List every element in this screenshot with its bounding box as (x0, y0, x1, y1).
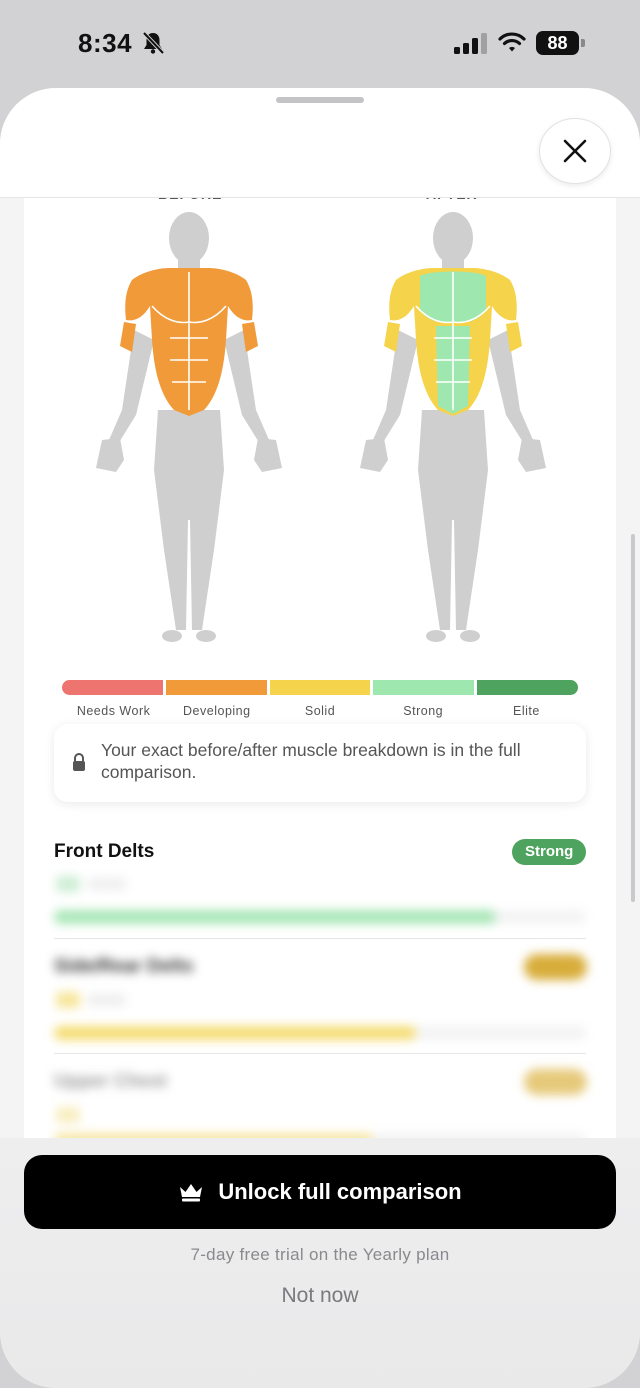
not-now-button[interactable]: Not now (250, 1284, 390, 1308)
scale-label: Developing (183, 704, 251, 718)
sheet-grabber[interactable] (276, 97, 364, 103)
status-bar: 8:34 88 (0, 0, 640, 88)
muscle-name: Side/Rear Delts (54, 956, 194, 977)
wifi-icon (498, 32, 526, 52)
unlock-comparison-button[interactable]: Unlock full comparison (24, 1155, 616, 1229)
after-body-map (360, 212, 546, 642)
battery-level: 88 (536, 31, 579, 55)
unlock-button-label: Unlock full comparison (218, 1179, 462, 1204)
row-divider (54, 1053, 586, 1054)
locked-breakdown-note: Your exact before/after muscle breakdown… (54, 724, 586, 802)
level-badge: Strong (512, 839, 587, 865)
lock-note-text: Your exact before/after muscle breakdown… (101, 740, 521, 782)
scale-bar-solid (269, 680, 371, 695)
muscle-name: Front Delts (54, 841, 155, 862)
battery-icon: 88 (536, 31, 586, 55)
bell-muted-icon (142, 31, 164, 55)
muscle-name: Upper Chest (54, 1071, 167, 1092)
lock-icon (73, 753, 85, 771)
muscle-progress-fill (54, 1026, 416, 1040)
muscle-level-scale: Needs Work Developing Solid Strong Elite (62, 680, 578, 718)
close-icon (563, 139, 587, 163)
paywall-sheet: BEFORE AFTER (0, 88, 640, 1388)
row-divider (54, 938, 586, 939)
before-body-map (96, 212, 282, 642)
sheet-header (0, 88, 640, 198)
scale-label: Strong (403, 704, 444, 718)
scroll-indicator[interactable] (631, 534, 635, 902)
level-badge: Solid (524, 954, 587, 980)
scale-bar-needs-work (62, 680, 163, 695)
cellular-signal-icon (454, 33, 487, 54)
scale-bar-developing (165, 680, 267, 695)
status-time: 8:34 (78, 28, 133, 58)
level-badge: Solid (524, 1069, 587, 1095)
muscle-progress-fill (54, 910, 496, 924)
crown-icon (180, 1184, 203, 1202)
scale-label: Solid (304, 704, 336, 718)
scale-label: Elite (513, 704, 540, 718)
scale-label: Needs Work (76, 704, 151, 718)
close-button[interactable] (539, 118, 611, 184)
trial-note: 7-day free trial on the Yearly plan (190, 1245, 450, 1264)
scale-bar-elite (477, 680, 578, 695)
scale-bar-strong (373, 680, 475, 695)
